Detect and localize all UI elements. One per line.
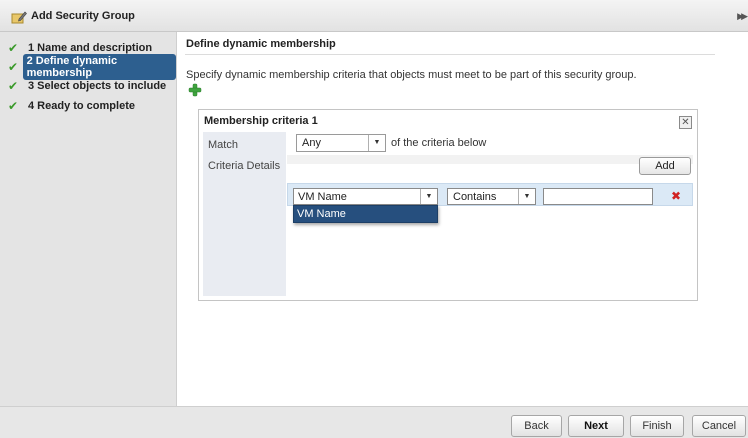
wizard-steps-sidebar: ✔ 1 Name and description ✔ 2 Define dyna… <box>0 32 177 406</box>
add-criteria-row-button[interactable]: Add <box>639 157 691 175</box>
main-content: Define dynamic membership Specify dynami… <box>177 32 748 406</box>
attribute-select-value: VM Name <box>298 191 347 203</box>
chevron-down-icon: ▼ <box>420 189 437 204</box>
remove-row-icon[interactable]: ✖ <box>671 189 681 203</box>
close-icon[interactable]: ✕ <box>679 116 692 129</box>
dialog-title: Add Security Group <box>31 10 135 22</box>
criteria-details-band <box>287 155 693 164</box>
divider <box>185 54 715 55</box>
wizard-step-label: 2 Define dynamic membership <box>22 54 176 80</box>
next-button[interactable]: Next <box>568 415 624 437</box>
attribute-select[interactable]: VM Name ▼ <box>293 188 438 205</box>
membership-criteria-panel: Membership criteria 1 ✕ Match Criteria D… <box>198 109 698 301</box>
wizard-step-label: 3 Select objects to include <box>28 80 167 92</box>
wizard-step-4[interactable]: ✔ 4 Ready to complete <box>8 98 139 114</box>
criteria-panel-title: Membership criteria 1 <box>204 115 318 127</box>
match-select-value: Any <box>302 137 321 149</box>
match-label: Match <box>208 139 238 151</box>
checkmark-icon: ✔ <box>8 79 19 93</box>
edit-security-group-icon <box>11 11 27 24</box>
cancel-button[interactable]: Cancel <box>692 415 746 437</box>
back-button[interactable]: Back <box>511 415 562 437</box>
green-plus-icon[interactable] <box>188 83 202 97</box>
match-suffix-text: of the criteria below <box>391 137 487 149</box>
double-chevron-right-icon[interactable]: ▶▶ <box>737 11 748 22</box>
dialog-footer: Back Next Finish Cancel <box>0 406 748 438</box>
criteria-value-input[interactable] <box>543 188 653 205</box>
wizard-step-label: 1 Name and description <box>28 42 153 54</box>
section-title: Define dynamic membership <box>186 38 336 50</box>
match-select[interactable]: Any ▼ <box>296 134 386 152</box>
operator-select-value: Contains <box>453 191 497 203</box>
checkmark-icon: ✔ <box>8 60 19 74</box>
section-description: Specify dynamic membership criteria that… <box>186 69 637 81</box>
chevron-down-icon: ▼ <box>518 189 535 204</box>
criteria-details-label: Criteria Details <box>208 160 281 172</box>
wizard-step-3[interactable]: ✔ 3 Select objects to include <box>8 78 170 94</box>
wizard-step-2[interactable]: ✔ 2 Define dynamic membership <box>8 54 176 80</box>
checkmark-icon: ✔ <box>8 99 19 113</box>
operator-select[interactable]: Contains ▼ <box>447 188 536 205</box>
chevron-down-icon: ▼ <box>368 135 385 151</box>
attribute-dropdown-list: VM Name <box>293 205 438 223</box>
finish-button[interactable]: Finish <box>630 415 684 437</box>
wizard-step-label: 4 Ready to complete <box>28 100 135 112</box>
dialog-title-bar: Add Security Group ▶▶ <box>0 0 748 32</box>
checkmark-icon: ✔ <box>8 41 19 55</box>
criteria-labels-column: Match Criteria Details <box>203 132 286 296</box>
dropdown-option-vm-name[interactable]: VM Name <box>297 208 346 220</box>
